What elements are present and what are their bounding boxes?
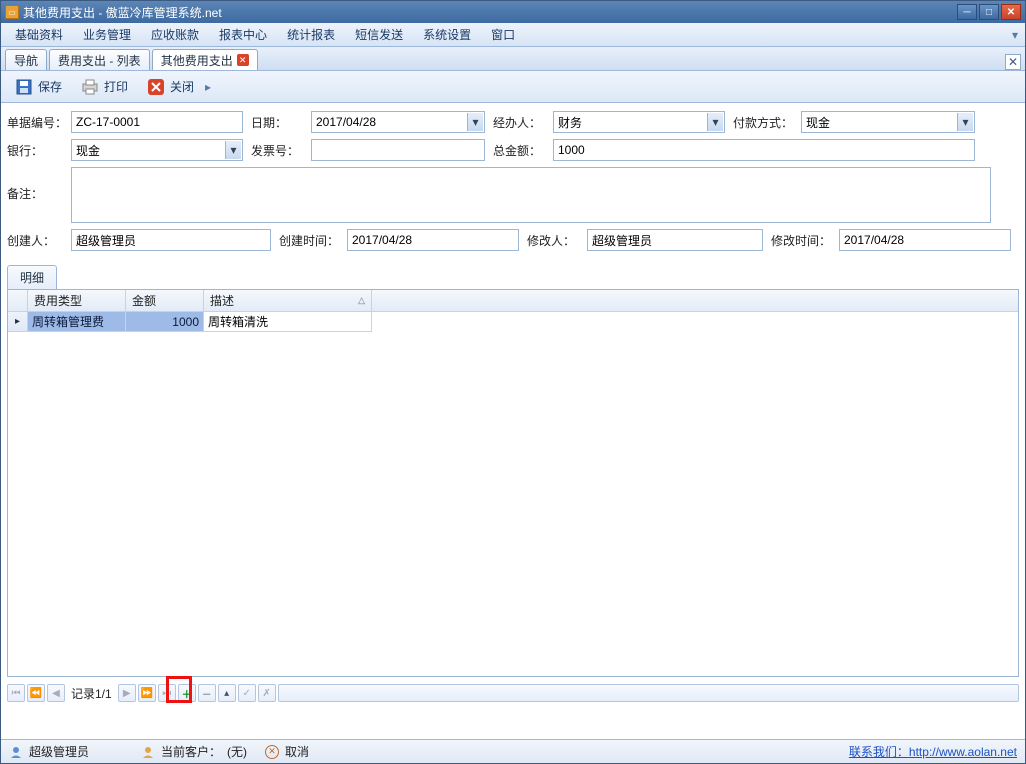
customer-icon (141, 745, 155, 759)
tabs-close-all-button[interactable]: ✕ (1005, 54, 1021, 70)
table-row[interactable]: ▸ 周转箱管理费 1000 周转箱清洗 (8, 312, 1018, 332)
user-icon (9, 745, 23, 759)
nav-ok-button[interactable]: ✓ (238, 684, 256, 702)
total-input[interactable] (553, 139, 975, 161)
col-expense-type[interactable]: 费用类型 (28, 290, 126, 311)
label-creator: 创建人： (7, 232, 71, 249)
menu-sms[interactable]: 短信发送 (345, 23, 413, 46)
app-window: ▭ 其他费用支出 - 傲蓝冷库管理系统.net ─ □ ✕ 基础资料 业务管理 … (0, 0, 1026, 764)
handler-combo[interactable]: 财务 ▾ (553, 111, 725, 133)
label-created-at: 创建时间： (279, 232, 347, 249)
menu-settings[interactable]: 系统设置 (413, 23, 481, 46)
cell-expense-type[interactable]: 周转箱管理费 (28, 312, 126, 332)
tab-detail[interactable]: 明细 (7, 265, 57, 289)
detail-tabstrip: 明细 (1, 261, 1025, 289)
status-customer-label: 当前客户： (161, 743, 221, 760)
pay-combo[interactable]: 现金 ▾ (801, 111, 975, 133)
chevron-down-icon[interactable]: ▾ (957, 113, 973, 131)
menu-basic-data[interactable]: 基础资料 (5, 23, 73, 46)
col-amount[interactable]: 金额 (126, 290, 204, 311)
modifier-input (587, 229, 763, 251)
chevron-down-icon[interactable]: ▾ (225, 141, 241, 159)
status-bar: 超级管理员 当前客户： (无) ✕ 取消 联系我们：http://www.aol… (1, 739, 1025, 763)
nav-prev-button[interactable]: ◀ (47, 684, 65, 702)
date-picker[interactable]: 2017/04/28 ▾ (311, 111, 485, 133)
title-bar: ▭ 其他费用支出 - 傲蓝冷库管理系统.net ─ □ ✕ (1, 1, 1025, 23)
save-icon (14, 77, 34, 97)
nav-spacer (278, 684, 1019, 702)
toolbar: 保存 打印 关闭 ▸ (1, 71, 1025, 103)
label-docno: 单据编号： (7, 114, 71, 131)
label-invoice: 发票号： (251, 142, 311, 159)
cell-amount[interactable]: 1000 (126, 312, 204, 332)
app-icon: ▭ (5, 5, 19, 19)
window-title: 其他费用支出 - 傲蓝冷库管理系统.net (23, 4, 957, 21)
menu-receivables[interactable]: 应收账款 (141, 23, 209, 46)
close-icon (146, 77, 166, 97)
grid-indicator-header (8, 290, 28, 311)
menu-bar: 基础资料 业务管理 应收账款 报表中心 统计报表 短信发送 系统设置 窗口 ▾ (1, 23, 1025, 47)
label-remark: 备注： (7, 167, 71, 202)
invoice-input[interactable] (311, 139, 485, 161)
status-user: 超级管理员 (29, 743, 89, 760)
contact-link[interactable]: 联系我们：http://www.aolan.net (849, 743, 1017, 760)
minimize-button[interactable]: ─ (957, 4, 977, 20)
grid-header: 费用类型 金额 描述 (8, 290, 1018, 312)
cancel-icon[interactable]: ✕ (265, 745, 279, 759)
maximize-button[interactable]: □ (979, 4, 999, 20)
tab-other-expense[interactable]: 其他费用支出 ✕ (152, 49, 258, 70)
form-area: 单据编号： 日期： 2017/04/28 ▾ 经办人： 财务 ▾ 付款方式： 现… (1, 103, 1025, 261)
nav-add-button[interactable]: ＋ (178, 684, 196, 702)
nav-next-page-button[interactable]: ⏩ (138, 684, 156, 702)
label-total: 总金额： (493, 142, 553, 159)
menu-overflow-icon[interactable]: ▾ (1009, 23, 1021, 46)
docno-input[interactable] (71, 111, 243, 133)
nav-last-button[interactable]: ⏭ (158, 684, 176, 702)
tab-close-icon[interactable]: ✕ (237, 54, 249, 66)
close-document-button[interactable]: 关闭 (139, 74, 201, 100)
nav-cancel-button[interactable]: ✗ (258, 684, 276, 702)
label-pay: 付款方式： (733, 114, 801, 131)
label-bank: 银行： (7, 142, 71, 159)
print-button[interactable]: 打印 (73, 74, 135, 100)
close-button[interactable]: ✕ (1001, 4, 1021, 20)
modified-at-input (839, 229, 1011, 251)
nav-remove-button[interactable]: － (198, 684, 216, 702)
menu-business[interactable]: 业务管理 (73, 23, 141, 46)
grid-body[interactable]: ▸ 周转箱管理费 1000 周转箱清洗 (8, 312, 1018, 676)
chevron-down-icon[interactable]: ▾ (467, 113, 483, 131)
created-at-input (347, 229, 519, 251)
row-indicator-icon: ▸ (8, 312, 28, 332)
record-navigator: ⏮ ⏪ ◀ 记录1/1 ▶ ⏩ ⏭ ＋ － ▴ ✓ ✗ (7, 681, 1019, 705)
detail-grid: 费用类型 金额 描述 ▸ 周转箱管理费 1000 周转箱清洗 (7, 289, 1019, 677)
chevron-down-icon[interactable]: ▾ (707, 113, 723, 131)
label-handler: 经办人： (493, 114, 553, 131)
menu-reports[interactable]: 报表中心 (209, 23, 277, 46)
bank-combo[interactable]: 现金 ▾ (71, 139, 243, 161)
tab-navigation[interactable]: 导航 (5, 49, 47, 70)
nav-prev-page-button[interactable]: ⏪ (27, 684, 45, 702)
menu-window[interactable]: 窗口 (481, 23, 525, 46)
col-description[interactable]: 描述 (204, 290, 372, 311)
nav-edit-button[interactable]: ▴ (218, 684, 236, 702)
status-cancel[interactable]: 取消 (285, 743, 309, 760)
window-buttons: ─ □ ✕ (957, 4, 1021, 20)
label-modified-at: 修改时间： (771, 232, 839, 249)
document-tabs: 导航 费用支出 - 列表 其他费用支出 ✕ ✕ (1, 47, 1025, 71)
nav-next-button[interactable]: ▶ (118, 684, 136, 702)
cell-description[interactable]: 周转箱清洗 (204, 312, 372, 332)
menu-statistics[interactable]: 统计报表 (277, 23, 345, 46)
status-customer: (无) (227, 743, 247, 760)
label-modifier: 修改人： (527, 232, 587, 249)
creator-input (71, 229, 271, 251)
label-date: 日期： (251, 114, 311, 131)
print-icon (80, 77, 100, 97)
toolbar-overflow-icon[interactable]: ▸ (205, 80, 215, 94)
remark-textarea[interactable] (71, 167, 991, 223)
nav-first-button[interactable]: ⏮ (7, 684, 25, 702)
save-button[interactable]: 保存 (7, 74, 69, 100)
nav-record-text: 记录1/1 (71, 685, 112, 702)
tab-expense-list[interactable]: 费用支出 - 列表 (49, 49, 150, 70)
